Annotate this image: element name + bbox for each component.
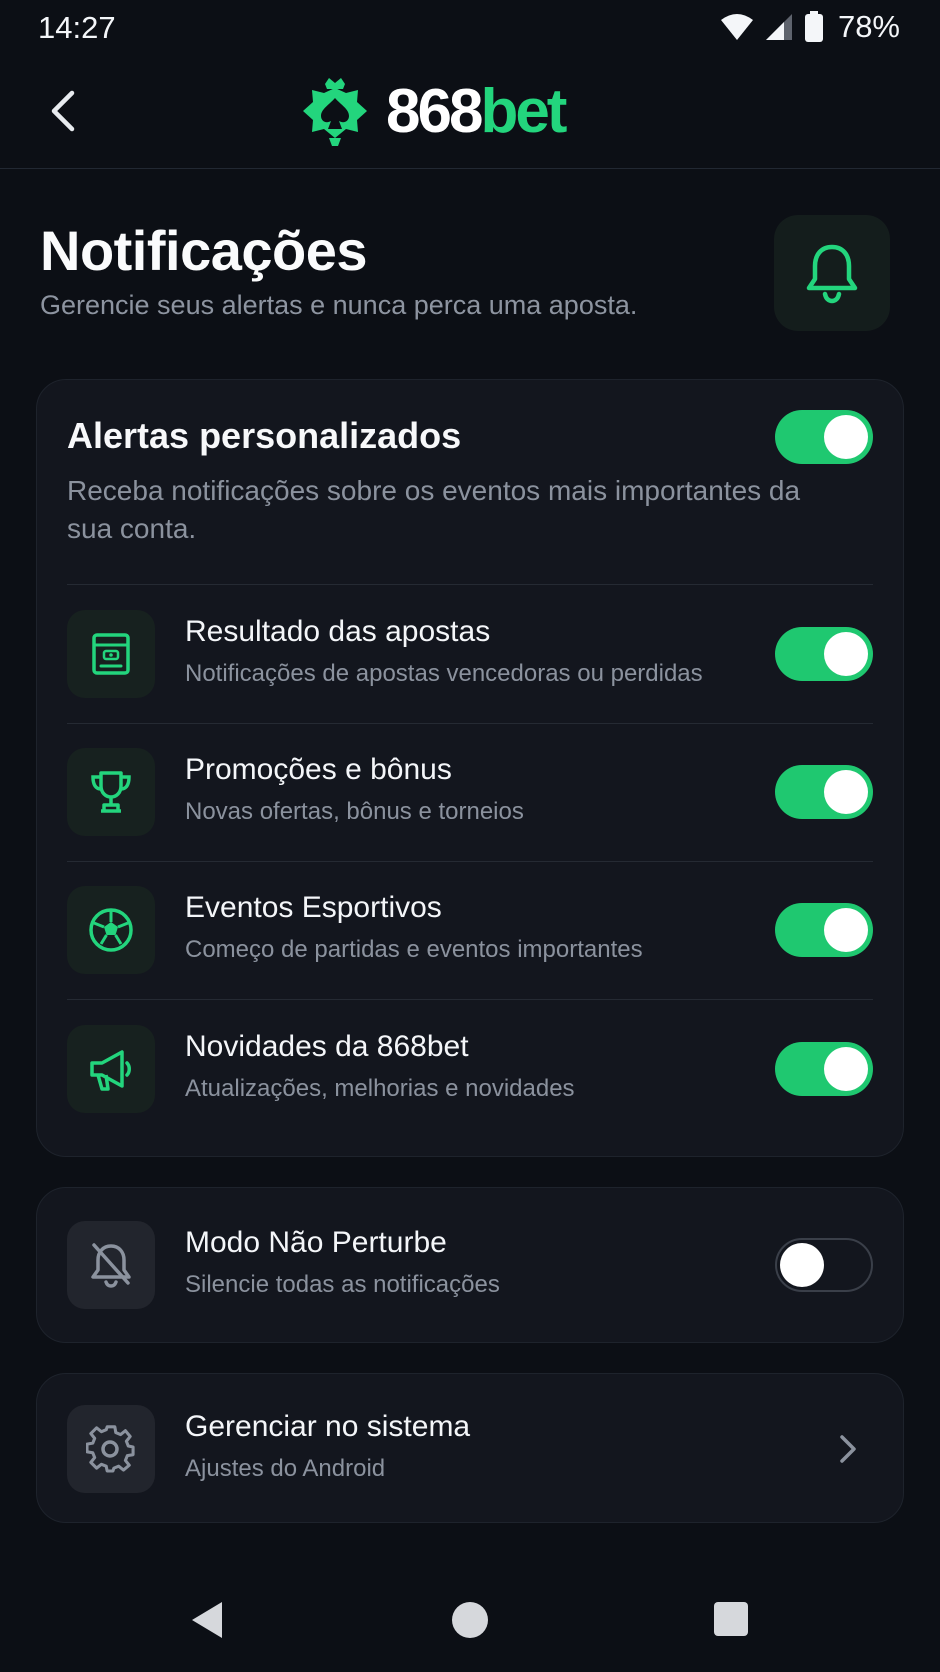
notification-row-news[interactable]: Novidades da 868bet Atualizações, melhor… <box>67 1000 873 1138</box>
status-icons: 78% <box>720 8 900 46</box>
row-subtitle: Novas ofertas, bônus e torneios <box>185 798 524 825</box>
logo-word: bet <box>480 77 567 146</box>
spade-crown-icon <box>303 78 367 146</box>
chevron-left-icon <box>51 90 75 132</box>
receipt-icon <box>92 633 130 675</box>
row-icon-tile <box>67 886 155 974</box>
row-title: Novidades da 868bet <box>185 1030 469 1063</box>
alerts-card: Alertas personalizados Receba notificaçõ… <box>36 379 904 1157</box>
promotions-toggle[interactable] <box>775 765 873 819</box>
row-title: Eventos Esportivos <box>185 891 442 924</box>
notification-row-bet-results[interactable]: Resultado das apostas Notificações de ap… <box>67 585 873 723</box>
wifi-icon <box>720 13 754 41</box>
signal-icon <box>764 12 794 42</box>
page-subtitle: Gerencie seus alertas e nunca perca uma … <box>40 290 638 320</box>
app-header: 868bet <box>0 56 940 169</box>
alerts-toggle[interactable] <box>775 410 873 464</box>
page-title: Notificações <box>40 219 368 282</box>
toggle-knob <box>824 632 868 676</box>
row-icon-tile <box>67 1025 155 1113</box>
bet-results-toggle[interactable] <box>775 627 873 681</box>
row-subtitle: Começo de partidas e eventos importantes <box>185 936 643 963</box>
logo-number: 868 <box>386 77 483 146</box>
status-bar: 14:27 78% <box>0 0 940 56</box>
news-toggle[interactable] <box>775 1042 873 1096</box>
row-subtitle: Ajustes do Android <box>185 1455 386 1482</box>
row-title: Resultado das apostas <box>185 615 491 648</box>
dnd-toggle[interactable] <box>775 1238 873 1292</box>
nav-home-button[interactable] <box>452 1602 488 1638</box>
row-icon-tile <box>67 610 155 698</box>
battery-percentage: 78% <box>837 9 900 44</box>
nav-back-button[interactable] <box>190 1600 224 1645</box>
notification-row-promotions[interactable]: Promoções e bônus Novas ofertas, bônus e… <box>67 723 873 861</box>
nav-recents-button[interactable] <box>714 1602 748 1636</box>
soccer-ball-icon <box>89 908 133 952</box>
toggle-knob <box>824 1047 868 1091</box>
row-icon-tile <box>67 748 155 836</box>
dnd-row[interactable]: Modo Não Perturbe Silencie todas as noti… <box>67 1196 873 1334</box>
row-title: Promoções e bônus <box>185 753 452 786</box>
back-button[interactable] <box>38 86 88 136</box>
battery-icon <box>804 11 824 43</box>
dnd-card: Modo Não Perturbe Silencie todas as noti… <box>36 1187 904 1343</box>
chevron-right-icon <box>833 1432 863 1466</box>
row-title: Gerenciar no sistema <box>185 1410 471 1443</box>
brand-logo: 868bet <box>298 70 567 154</box>
row-icon-tile <box>67 1405 155 1493</box>
toggle-knob <box>824 770 868 814</box>
row-icon-tile <box>67 1221 155 1309</box>
sports-events-toggle[interactable] <box>775 903 873 957</box>
status-time: 14:27 <box>38 10 116 45</box>
trophy-icon <box>91 771 131 813</box>
gear-icon <box>86 1425 135 1473</box>
row-subtitle: Atualizações, melhorias e novidades <box>185 1075 575 1102</box>
row-title: Modo Não Perturbe <box>185 1226 447 1259</box>
notification-row-sports-events[interactable]: Eventos Esportivos Começo de partidas e … <box>67 861 873 999</box>
row-subtitle: Notificações de apostas vencedoras ou pe… <box>185 660 703 687</box>
row-subtitle: Silencie todas as notificações <box>185 1271 500 1298</box>
system-card: Gerenciar no sistema Ajustes do Android <box>36 1373 904 1523</box>
bell-tile <box>774 215 890 331</box>
toggle-knob <box>824 908 868 952</box>
megaphone-icon <box>90 1050 131 1091</box>
toggle-knob <box>780 1243 824 1287</box>
alerts-description: Receba notificações sobre os eventos mai… <box>67 475 801 544</box>
bell-icon <box>806 244 858 304</box>
system-settings-row[interactable]: Gerenciar no sistema Ajustes do Android <box>67 1380 873 1518</box>
bell-off-icon <box>91 1243 131 1288</box>
triangle-back-icon <box>192 1602 222 1638</box>
alerts-title: Alertas personalizados <box>67 415 462 456</box>
navigation-bar <box>0 1568 940 1672</box>
toggle-knob <box>824 415 868 459</box>
